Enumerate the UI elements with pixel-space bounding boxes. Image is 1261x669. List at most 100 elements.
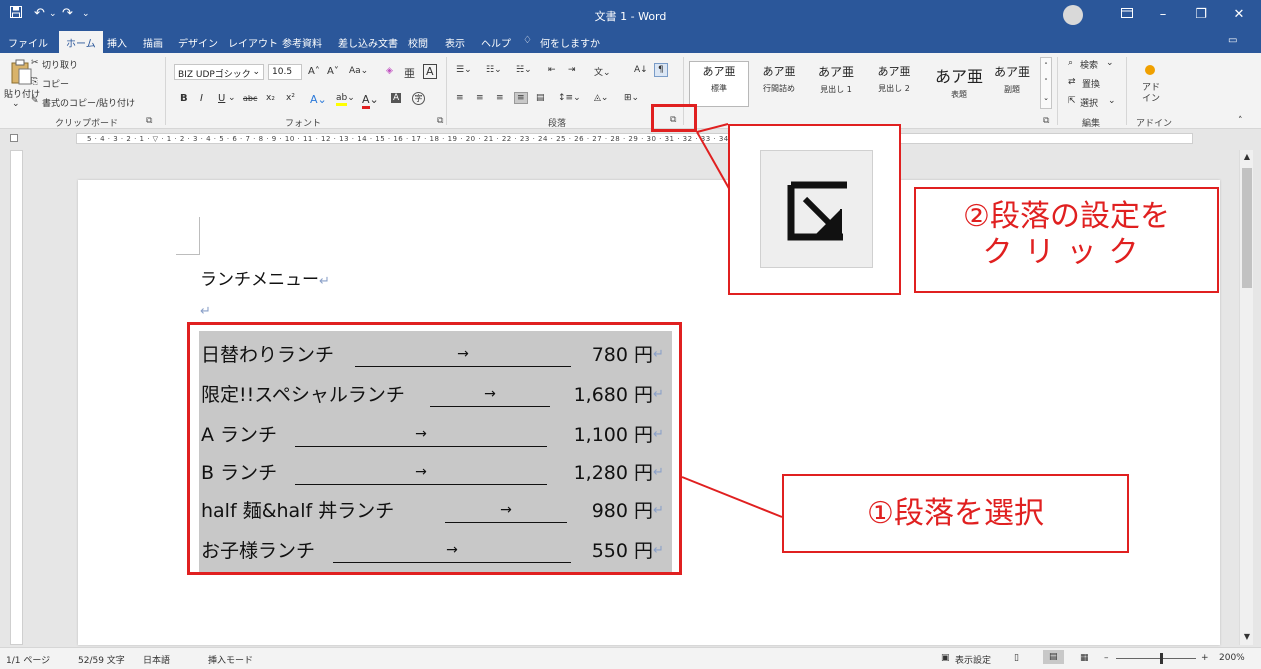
zoom-in-icon[interactable]: + bbox=[1201, 653, 1209, 663]
styles-gallery-scroll[interactable]: ˄ ˅ ⌄ bbox=[1040, 57, 1052, 109]
insert-mode-status[interactable]: 挿入モード bbox=[208, 653, 253, 666]
ribbon-display-options-icon[interactable] bbox=[1113, 4, 1141, 26]
enclosed-character-icon[interactable]: 字 bbox=[412, 92, 425, 105]
format-painter-icon: ✎ bbox=[31, 96, 39, 106]
find-dropdown-icon[interactable]: ⌄ bbox=[1106, 58, 1114, 68]
tell-me-search[interactable]: 何をしますか bbox=[540, 35, 600, 50]
sort-icon[interactable]: A↓ bbox=[634, 65, 648, 75]
enclose-characters-icon[interactable]: A bbox=[423, 64, 437, 79]
zoom-out-icon[interactable]: – bbox=[1104, 653, 1109, 663]
close-button[interactable]: ✕ bbox=[1225, 4, 1253, 26]
horizontal-ruler[interactable]: 5 · 4 · 3 · 2 · 1 · ▽ · 1 · 2 · 3 · 4 · … bbox=[0, 130, 1261, 148]
subscript-icon[interactable]: x₂ bbox=[266, 93, 275, 103]
paste-dropdown-icon[interactable]: ⌄ bbox=[12, 99, 20, 109]
restore-button[interactable]: ❐ bbox=[1187, 4, 1215, 26]
tab-references[interactable]: 参考資料 bbox=[282, 35, 322, 50]
vertical-ruler[interactable] bbox=[10, 150, 23, 645]
bullets-icon[interactable]: ☰⌄ bbox=[456, 65, 472, 75]
select-button[interactable]: 選択 bbox=[1080, 96, 1098, 109]
align-left-icon[interactable]: ≡ bbox=[456, 93, 464, 103]
text-effects-icon[interactable]: A⌄ bbox=[310, 93, 327, 106]
clipboard-launcher-icon[interactable]: ⧉ bbox=[146, 116, 152, 126]
select-dropdown-icon[interactable]: ⌄ bbox=[1108, 96, 1116, 106]
align-right-icon[interactable]: ≡ bbox=[496, 93, 504, 103]
styles-launcher-icon[interactable]: ⧉ bbox=[1043, 116, 1049, 126]
empty-paragraph[interactable]: ↵ bbox=[200, 303, 211, 319]
style-no-spacing[interactable]: あア亜 行間詰め bbox=[751, 63, 807, 107]
style-subtitle[interactable]: あア亜 副題 bbox=[984, 63, 1040, 107]
show-formatting-marks-icon[interactable]: ¶ bbox=[654, 63, 668, 77]
numbering-icon[interactable]: ☷⌄ bbox=[486, 65, 502, 75]
tab-draw[interactable]: 描画 bbox=[143, 35, 163, 50]
tab-selector-icon[interactable] bbox=[10, 134, 18, 142]
zoom-slider-thumb[interactable] bbox=[1160, 653, 1163, 664]
paste-icon[interactable] bbox=[10, 59, 32, 85]
line-spacing-icon[interactable]: ↕≡⌄ bbox=[558, 93, 581, 103]
font-launcher-icon[interactable]: ⧉ bbox=[437, 116, 443, 126]
asian-layout-icon[interactable]: 文⌄ bbox=[594, 65, 611, 78]
scroll-up-icon[interactable]: ▲ bbox=[1241, 152, 1253, 161]
shading-icon[interactable]: ◬⌄ bbox=[594, 93, 608, 103]
phonetic-guide-icon[interactable]: 亜 bbox=[404, 65, 415, 81]
superscript-icon[interactable]: x² bbox=[286, 93, 295, 103]
web-layout-icon[interactable]: ▦ bbox=[1080, 653, 1089, 663]
account-avatar[interactable] bbox=[1063, 5, 1083, 25]
scroll-down-icon[interactable]: ▼ bbox=[1241, 632, 1253, 641]
decrease-indent-icon[interactable]: ⇤ bbox=[548, 65, 556, 75]
addins-icon[interactable] bbox=[1145, 65, 1155, 75]
addins-button[interactable]: アド イン bbox=[1139, 83, 1163, 105]
style-heading-2[interactable]: あア亜 見出し 2 bbox=[866, 63, 922, 107]
find-button[interactable]: 検索 bbox=[1080, 58, 1098, 71]
page-count[interactable]: 1/1 ページ bbox=[6, 653, 50, 666]
distribute-icon[interactable]: ▤ bbox=[536, 93, 545, 103]
italic-icon[interactable]: I bbox=[200, 93, 203, 104]
underline-icon[interactable]: U bbox=[218, 93, 225, 104]
zoom-level[interactable]: 200% bbox=[1219, 653, 1245, 663]
multilevel-list-icon[interactable]: ☵⌄ bbox=[516, 65, 532, 75]
tab-review[interactable]: 校閲 bbox=[408, 35, 428, 50]
strikethrough-icon[interactable]: abc bbox=[243, 94, 257, 103]
tab-insert[interactable]: 挿入 bbox=[107, 35, 127, 50]
align-center-icon[interactable]: ≡ bbox=[476, 93, 484, 103]
tab-home[interactable]: ホーム bbox=[59, 31, 103, 53]
grow-font-icon[interactable]: A˄ bbox=[308, 66, 320, 77]
word-count[interactable]: 52/59 文字 bbox=[78, 653, 125, 666]
display-settings-button[interactable]: 表示設定 bbox=[955, 653, 991, 666]
change-case-icon[interactable]: Aa⌄ bbox=[349, 66, 368, 76]
scroll-thumb[interactable] bbox=[1242, 168, 1252, 288]
tab-layout[interactable]: レイアウト bbox=[228, 35, 278, 50]
zoom-slider[interactable] bbox=[1116, 658, 1196, 659]
increase-indent-icon[interactable]: ⇥ bbox=[568, 65, 576, 75]
font-color-icon[interactable]: A⌄ bbox=[362, 93, 379, 109]
shrink-font-icon[interactable]: A˅ bbox=[327, 66, 339, 77]
justify-icon[interactable]: ≡ bbox=[514, 92, 528, 104]
format-painter-button[interactable]: 書式のコピー/貼り付け bbox=[42, 96, 135, 109]
tab-help[interactable]: ヘルプ bbox=[481, 35, 511, 50]
tab-design[interactable]: デザイン bbox=[178, 35, 218, 50]
copy-icon: ⎘ bbox=[31, 77, 39, 87]
underline-dropdown-icon[interactable]: ⌄ bbox=[228, 93, 236, 103]
replace-button[interactable]: 置換 bbox=[1082, 77, 1100, 90]
clear-formatting-icon[interactable]: ◈ bbox=[386, 66, 393, 76]
style-heading-1[interactable]: あア亜 見出し 1 bbox=[808, 63, 864, 107]
character-shading-icon[interactable]: A bbox=[391, 93, 402, 103]
language-status[interactable]: 日本語 bbox=[143, 653, 170, 666]
tab-view[interactable]: 表示 bbox=[445, 35, 465, 50]
vertical-scrollbar[interactable]: ▲ ▼ bbox=[1239, 150, 1253, 645]
document-title[interactable]: ランチメニュー↵ bbox=[200, 265, 330, 290]
font-name-select[interactable]: BIZ UDPゴシック ⌄ bbox=[174, 64, 264, 80]
cut-button[interactable]: 切り取り bbox=[42, 58, 78, 71]
minimize-button[interactable]: – bbox=[1149, 4, 1177, 26]
comments-icon[interactable]: ▭ bbox=[1228, 35, 1237, 46]
tab-mailings[interactable]: 差し込み文書 bbox=[338, 35, 398, 50]
highlight-icon[interactable]: ab⌄ bbox=[336, 93, 355, 106]
collapse-ribbon-icon[interactable]: ˄ bbox=[1238, 116, 1243, 126]
read-mode-icon[interactable]: ▯ bbox=[1014, 653, 1019, 663]
font-size-select[interactable]: 10.5 bbox=[268, 64, 302, 80]
style-normal[interactable]: あア亜 標準 bbox=[691, 63, 747, 107]
copy-button[interactable]: コピー bbox=[42, 77, 69, 90]
print-layout-icon[interactable]: ▤ bbox=[1043, 650, 1064, 664]
borders-icon[interactable]: ⊞⌄ bbox=[624, 93, 639, 103]
bold-icon[interactable]: B bbox=[180, 93, 188, 104]
tab-file[interactable]: ファイル bbox=[8, 35, 48, 50]
